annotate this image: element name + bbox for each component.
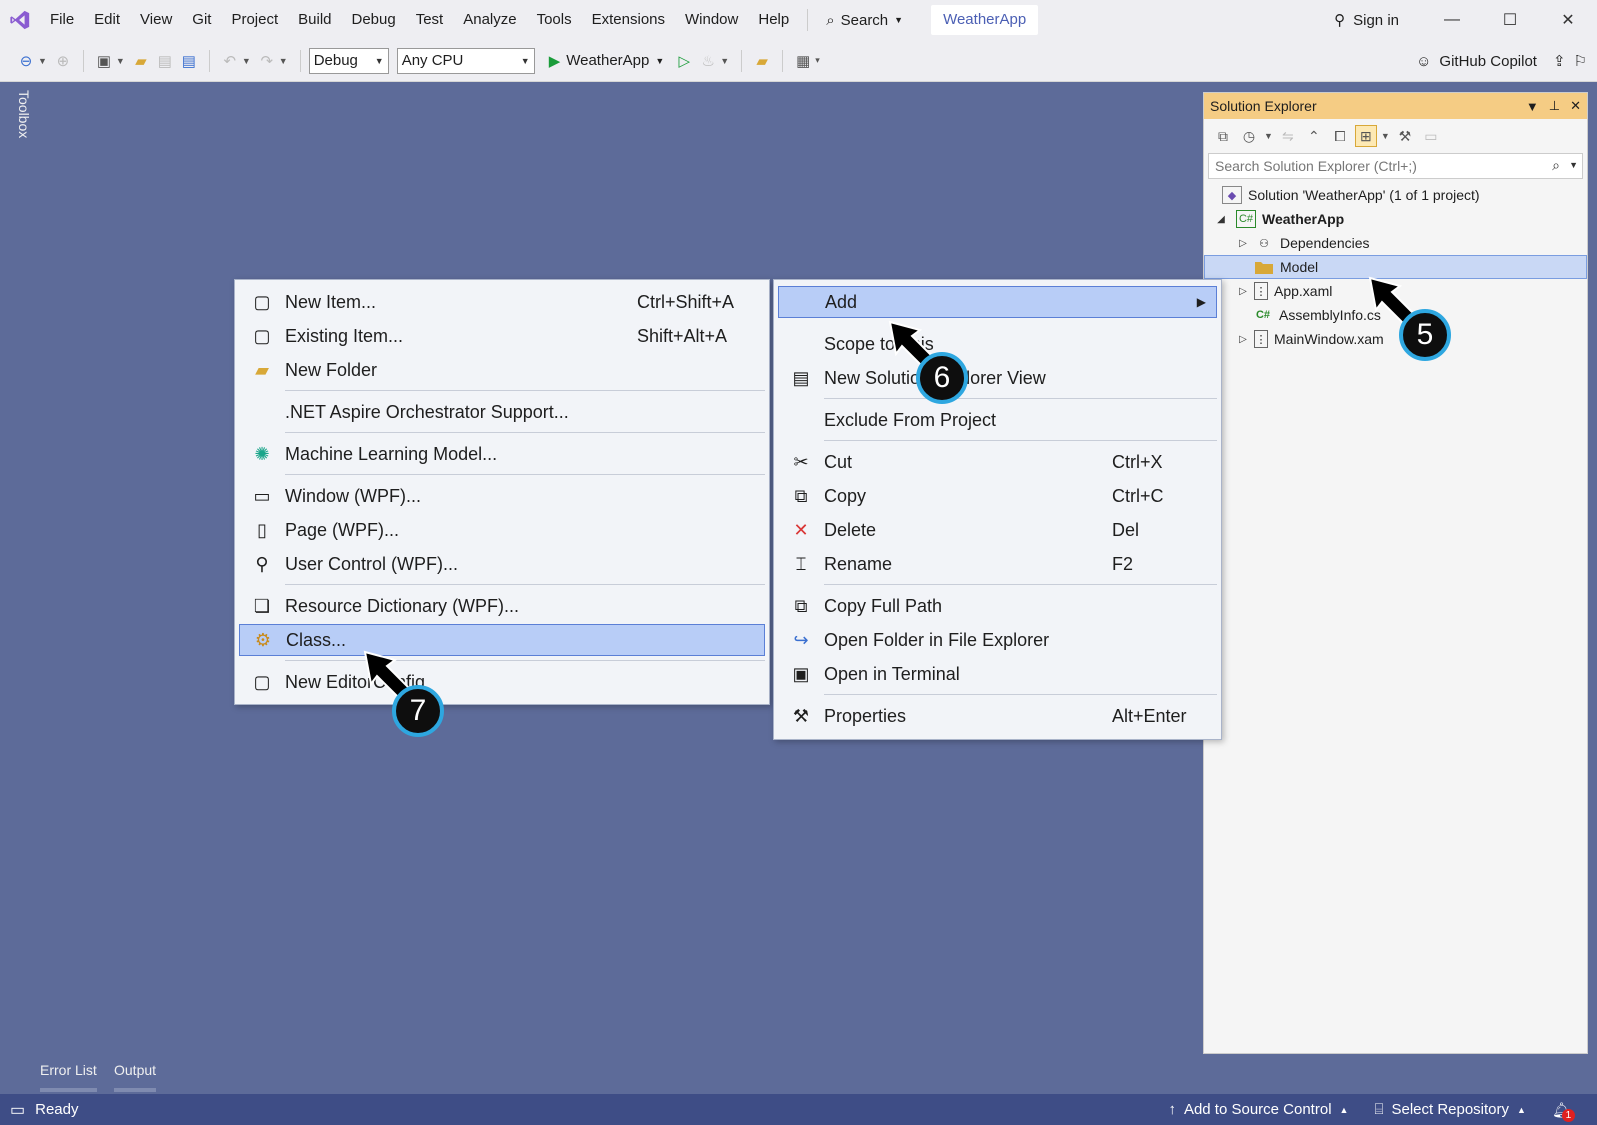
repository-label: Select Repository — [1391, 1101, 1510, 1118]
error-list-tab[interactable]: Error List — [40, 1062, 97, 1092]
chevron-up-icon: ▲ — [1339, 1104, 1349, 1115]
tab-label: Error List — [40, 1062, 97, 1078]
add-to-source-control-button[interactable]: ↑ Add to Source Control ▲ — [1168, 1101, 1348, 1118]
step-callout-7: 7 — [392, 685, 444, 737]
status-text: Ready — [35, 1101, 79, 1118]
output-status-icon: ▭ — [10, 1101, 26, 1119]
callout-arrows — [363, 276, 1420, 704]
status-bar: ▭ Ready ↑ Add to Source Control ▲ ⌸ Sele… — [0, 1094, 1597, 1125]
notification-count-badge: 1 — [1561, 1108, 1575, 1122]
source-control-label: Add to Source Control — [1183, 1101, 1332, 1118]
chevron-up-icon: ▲ — [1517, 1104, 1526, 1115]
notifications-button[interactable]: 🔔︎ 1 — [1552, 1101, 1575, 1122]
tab-underline — [114, 1088, 157, 1092]
tab-label: Output — [114, 1062, 157, 1078]
tab-underline — [40, 1088, 97, 1092]
arrow-up-icon: ↑ — [1168, 1101, 1176, 1118]
step-callout-5: 5 — [1399, 309, 1451, 361]
select-repository-button[interactable]: ⌸ Select Repository ▲ — [1374, 1101, 1526, 1118]
repository-icon: ⌸ — [1374, 1101, 1384, 1118]
output-tab[interactable]: Output — [114, 1062, 157, 1092]
step-callout-6: 6 — [916, 352, 968, 404]
